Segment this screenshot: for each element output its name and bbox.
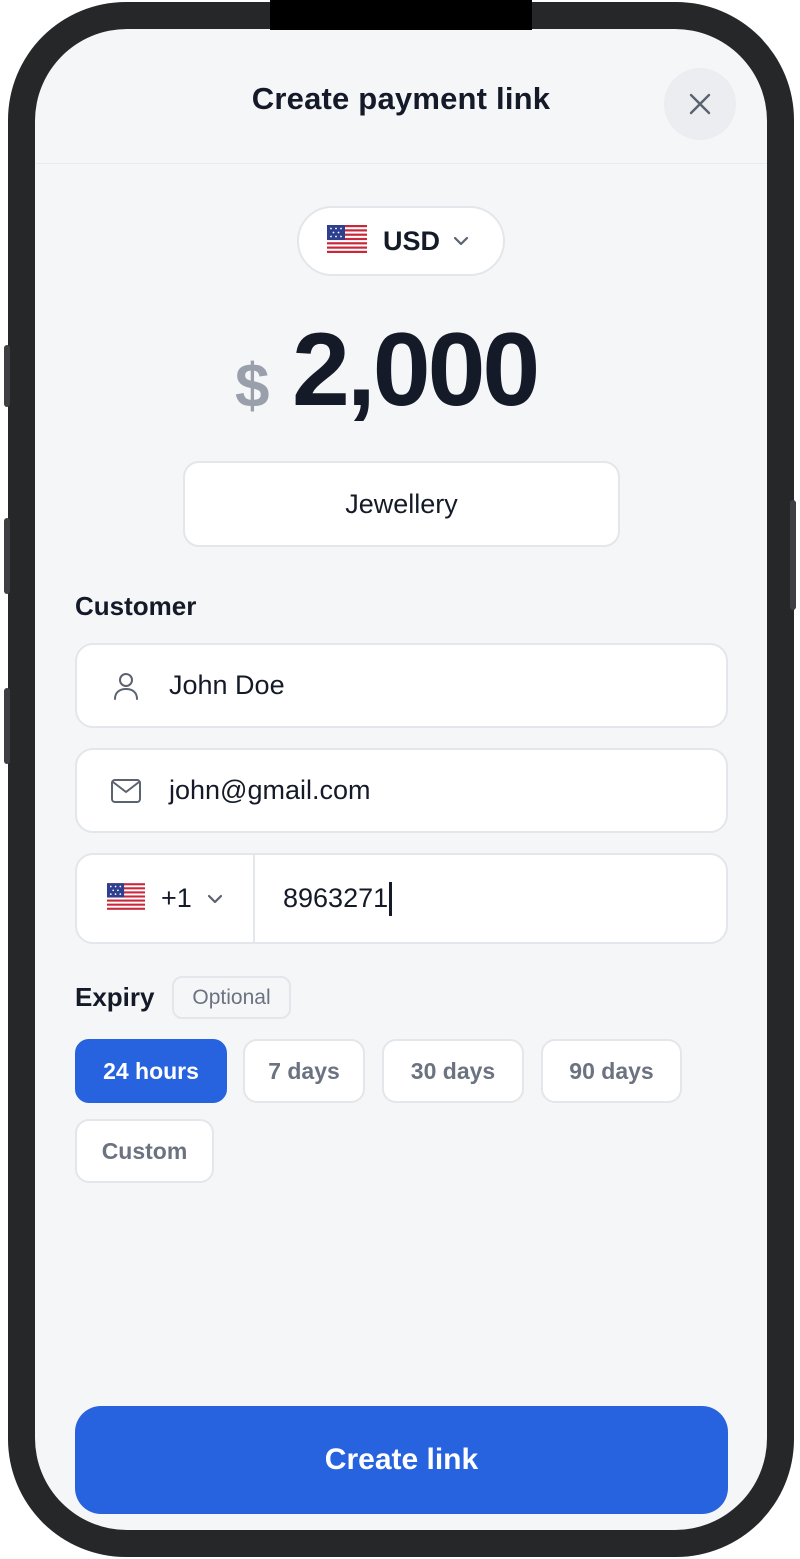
expiry-option-30-days[interactable]: 30 days xyxy=(382,1039,524,1103)
customer-email-value: john@gmail.com xyxy=(169,775,371,805)
side-button-power xyxy=(790,500,796,610)
description-field[interactable]: Jewellery xyxy=(183,461,620,547)
currency-selector[interactable]: USD xyxy=(297,206,505,276)
sheet-header: Create payment link xyxy=(35,29,767,164)
optional-badge: Optional xyxy=(172,976,291,1019)
customer-name-value: John Doe xyxy=(169,670,285,700)
country-code-value: +1 xyxy=(161,883,192,913)
mail-icon xyxy=(77,778,169,804)
side-button-volume-down xyxy=(4,688,10,764)
country-code-selector[interactable]: +1 xyxy=(77,855,255,942)
customer-name-field[interactable]: John Doe xyxy=(75,643,728,728)
page-title: Create payment link xyxy=(251,81,551,116)
phone-number-input[interactable]: 8963271 xyxy=(255,855,393,942)
customer-email-field[interactable]: john@gmail.com xyxy=(75,748,728,833)
expiry-option-custom[interactable]: Custom xyxy=(75,1119,214,1183)
close-icon xyxy=(689,93,711,115)
side-button-mute xyxy=(4,345,10,407)
payment-link-sheet: Create payment link USD $ 2,000 Jeweller… xyxy=(35,29,767,1530)
currency-code: USD xyxy=(383,225,441,256)
notch xyxy=(270,0,532,30)
create-link-button[interactable]: Create link xyxy=(75,1406,728,1514)
chevron-down-icon xyxy=(452,235,470,247)
text-cursor xyxy=(389,881,393,916)
expiry-label: Expiry xyxy=(75,982,155,1012)
amount-value: 2,000 xyxy=(292,312,540,428)
us-flag-icon xyxy=(107,882,145,915)
expiry-option-24-hours[interactable]: 24 hours xyxy=(75,1039,227,1103)
close-button[interactable] xyxy=(664,68,736,140)
user-icon xyxy=(77,671,169,701)
expiry-option-7-days[interactable]: 7 days xyxy=(243,1039,365,1103)
expiry-option-90-days[interactable]: 90 days xyxy=(541,1039,682,1103)
amount-display[interactable]: $ 2,000 xyxy=(35,311,767,431)
chevron-down-icon xyxy=(206,893,224,905)
customer-label: Customer xyxy=(75,591,197,621)
customer-phone-field: +1 8963271 xyxy=(75,853,728,944)
currency-symbol: $ xyxy=(235,352,270,421)
side-button-volume-up xyxy=(4,518,10,594)
phone-number-value: 8963271 xyxy=(283,883,389,913)
us-flag-icon xyxy=(327,224,367,258)
